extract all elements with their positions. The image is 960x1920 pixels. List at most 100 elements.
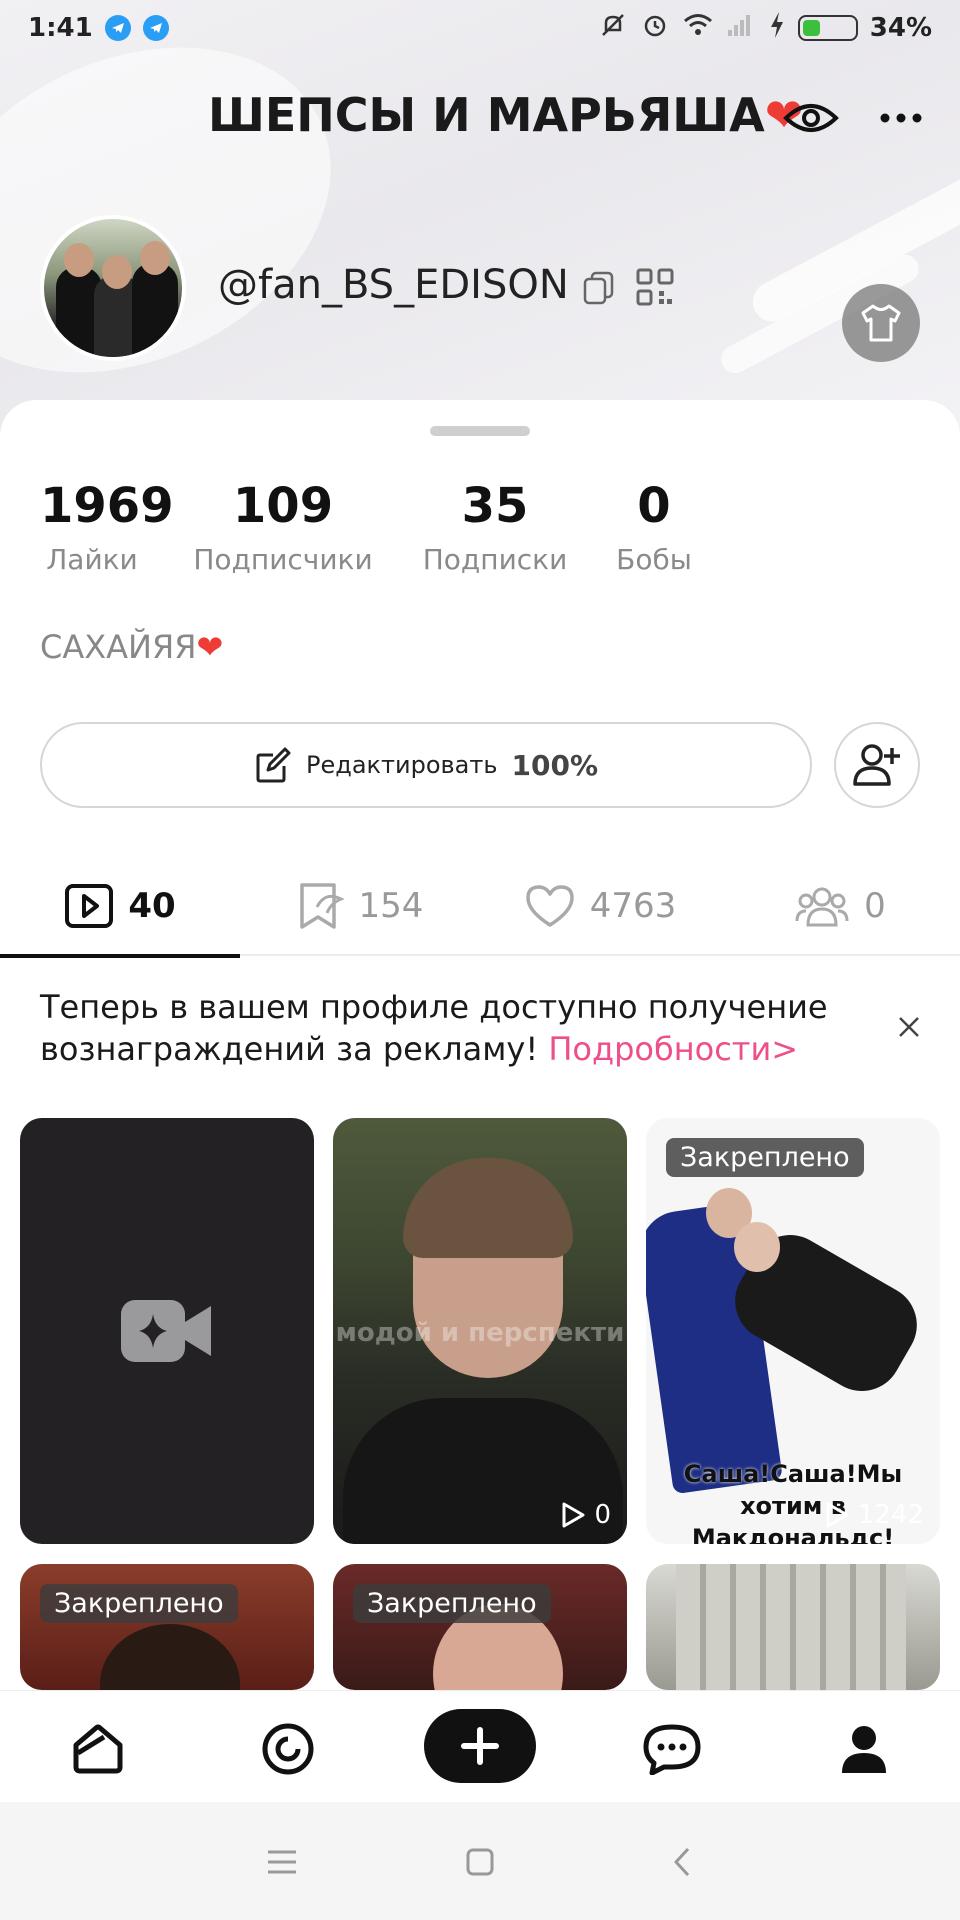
tab-count: 40 [128, 886, 176, 926]
stat-label: Подписчики [193, 543, 373, 576]
battery-percent: 34% [869, 13, 932, 43]
more-icon [880, 113, 922, 123]
play-square-icon [65, 884, 114, 928]
edit-profile-label: Редактировать [305, 751, 498, 779]
bookmark-icon [299, 883, 345, 929]
pinned-badge: Закреплено [40, 1584, 238, 1623]
drag-handle[interactable] [430, 426, 530, 436]
page-title-text: ШЕПСЫ И МАРЬЯША [208, 88, 765, 142]
messages-icon [643, 1724, 701, 1775]
system-menu-button[interactable] [252, 1832, 312, 1892]
bottom-navigation [0, 1690, 960, 1802]
tab-groups[interactable]: 0 [720, 856, 960, 956]
tab-active-indicator [0, 954, 240, 958]
view-count: 1242 [824, 1500, 924, 1530]
video-tile[interactable]: Закреплено [20, 1564, 314, 1690]
tab-collections[interactable]: 154 [240, 856, 480, 956]
square-icon [466, 1848, 494, 1876]
battery-icon [797, 15, 858, 41]
add-friend-button[interactable] [834, 722, 920, 808]
back-icon [674, 1847, 690, 1877]
video-tile[interactable]: Закреплено [333, 1564, 627, 1690]
outfit-button[interactable] [842, 284, 920, 362]
add-user-icon [853, 744, 900, 786]
tab-videos[interactable]: 40 [0, 856, 240, 958]
stat-beans[interactable]: 0 Бобы [612, 476, 696, 580]
stat-label: Подписки [422, 543, 568, 576]
shirt-icon [861, 304, 901, 342]
stat-likes[interactable]: 1969 Лайки [40, 476, 174, 580]
eye-icon [783, 104, 839, 132]
telegram-icon [104, 15, 131, 41]
heart-emoji: ❤ [196, 628, 224, 666]
copy-icon[interactable] [582, 270, 616, 306]
stat-value: 109 [232, 478, 334, 534]
view-count-text: 0 [594, 1500, 611, 1530]
tab-count: 0 [864, 886, 886, 926]
plus-icon [461, 1727, 499, 1765]
profile-completion: 𝟭𝟬𝟬% [511, 748, 599, 782]
nav-discover[interactable] [252, 1713, 324, 1785]
profile-icon [842, 1726, 886, 1773]
decoration [0, 0, 384, 435]
stat-followers[interactable]: 109 Подписчики [192, 476, 374, 580]
content-tabs: 40 154 4763 0 [0, 856, 960, 958]
profile-stats: 1969 Лайки 109 Подписчики 35 Подписки 0 … [0, 476, 960, 586]
create-button[interactable] [424, 1709, 536, 1783]
view-count-text: 1242 [857, 1500, 924, 1530]
more-options-button[interactable] [872, 92, 930, 144]
menu-icon [268, 1850, 296, 1874]
wifi-icon [682, 10, 714, 47]
view-count: 0 [560, 1500, 611, 1530]
stat-label: Лайки [46, 543, 138, 576]
charging-icon [768, 10, 786, 47]
banner-close-button[interactable] [892, 1010, 926, 1044]
system-home-button[interactable] [450, 1832, 510, 1892]
stat-following[interactable]: 35 Подписки [420, 476, 570, 580]
play-icon [562, 1502, 585, 1528]
status-time: 1:41 [28, 13, 93, 43]
pinned-badge: Закреплено [666, 1138, 864, 1177]
edit-profile-button[interactable]: Редактировать 𝟭𝟬𝟬% [40, 722, 812, 808]
system-navigation [0, 1802, 960, 1920]
banner-details-link[interactable]: Подробности> [548, 1030, 798, 1068]
telegram-icon [142, 15, 169, 41]
video-plus-icon [121, 1300, 211, 1362]
edit-icon [256, 747, 291, 783]
home-icon [73, 1724, 123, 1774]
stat-label: Бобы [616, 543, 692, 576]
video-tile[interactable] [646, 1564, 940, 1690]
visitors-button[interactable] [782, 92, 840, 144]
profile-header-background [0, 0, 960, 440]
video-overlay-text: модой и перспекти [335, 1318, 625, 1348]
discover-icon [262, 1723, 314, 1775]
system-back-button[interactable] [652, 1832, 712, 1892]
stat-value: 35 [461, 478, 529, 534]
nav-home[interactable] [62, 1713, 134, 1785]
video-tile[interactable]: модой и перспекти 0 [333, 1118, 627, 1544]
alarm-icon [640, 10, 670, 47]
qr-code-icon[interactable] [636, 268, 674, 306]
tab-count: 154 [358, 886, 424, 926]
bio-text: САХАЙЯЯ [40, 628, 197, 666]
heart-icon [525, 885, 574, 927]
page-title: ШЕПСЫ И МАРЬЯША❤ [208, 88, 803, 142]
nav-messages[interactable] [636, 1713, 708, 1785]
avatar[interactable] [40, 215, 186, 361]
stat-value: 0 [637, 478, 671, 534]
tab-likes[interactable]: 4763 [480, 856, 720, 956]
play-icon [826, 1502, 849, 1528]
title-row: ШЕПСЫ И МАРЬЯША❤ [0, 78, 960, 158]
mute-icon [598, 10, 628, 47]
nav-profile[interactable] [828, 1713, 900, 1785]
tab-count: 4763 [589, 886, 677, 926]
status-bar: 1:41 34% [0, 0, 960, 56]
new-video-tile[interactable] [20, 1118, 314, 1544]
video-tile[interactable]: Закреплено Саша!Саша!Мы хотим в Макдонал… [646, 1118, 940, 1544]
signal-icon [726, 10, 756, 47]
ad-rewards-banner: Теперь в вашем профиле доступно получени… [40, 986, 840, 1070]
stat-value: 1969 [40, 478, 174, 534]
pinned-badge: Закреплено [353, 1584, 551, 1623]
group-icon [795, 887, 849, 927]
bio: САХАЙЯЯ❤ [40, 628, 223, 666]
